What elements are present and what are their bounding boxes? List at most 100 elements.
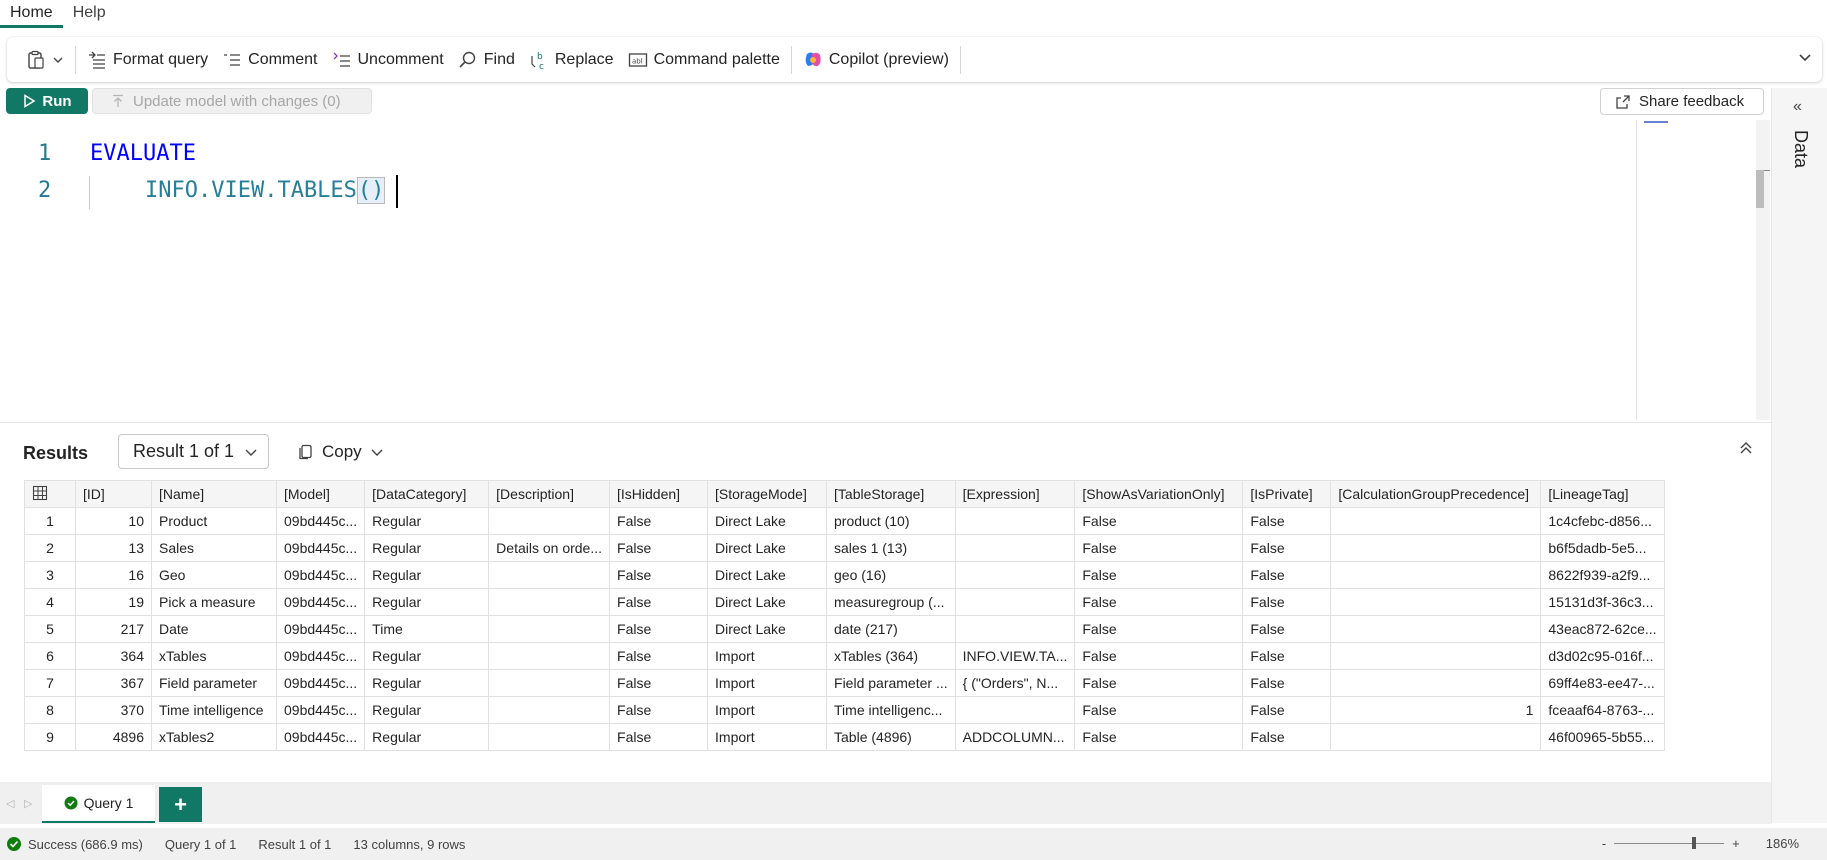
table-cell[interactable]: 4896 <box>75 723 152 751</box>
table-cell[interactable]: False <box>1074 615 1244 643</box>
table-cell[interactable] <box>1330 507 1542 535</box>
column-header[interactable]: [IsHidden] <box>609 480 709 508</box>
table-cell[interactable]: geo (16) <box>826 561 956 589</box>
column-header[interactable]: [CalculationGroupPrecedence] <box>1330 480 1542 508</box>
table-cell[interactable]: 46f00965-5b55... <box>1540 723 1665 751</box>
tab-scroll-left-icon[interactable]: ◁ <box>6 797 14 810</box>
table-cell[interactable]: 10 <box>75 507 152 535</box>
table-cell[interactable]: False <box>1242 642 1332 670</box>
table-cell[interactable]: Geo <box>151 561 277 589</box>
tab-help[interactable]: Help <box>63 0 116 28</box>
table-cell[interactable]: xTables (364) <box>826 642 956 670</box>
run-button[interactable]: Run <box>6 88 88 114</box>
table-cell[interactable]: 367 <box>75 669 152 697</box>
table-cell[interactable] <box>954 696 1076 724</box>
add-query-button[interactable]: + <box>159 787 202 822</box>
command-palette-button[interactable]: abl Command palette <box>621 44 787 76</box>
row-number[interactable]: 6 <box>24 642 76 670</box>
format-query-button[interactable]: Format query <box>80 44 215 76</box>
table-cell[interactable]: False <box>1242 615 1332 643</box>
table-cell[interactable]: Time intelligence <box>151 696 277 724</box>
table-cell[interactable] <box>954 561 1076 589</box>
table-cell[interactable]: Field parameter <box>151 669 277 697</box>
table-cell[interactable]: INFO.VIEW.TA... <box>954 642 1076 670</box>
zoom-slider-thumb[interactable] <box>1692 837 1697 849</box>
table-cell[interactable]: Direct Lake <box>707 615 828 643</box>
table-cell[interactable] <box>488 507 611 535</box>
table-cell[interactable]: 43eac872-62ce... <box>1540 615 1665 643</box>
table-cell[interactable]: 13 <box>75 534 152 562</box>
table-cell[interactable]: { ("Orders", N... <box>954 669 1076 697</box>
row-number[interactable]: 5 <box>24 615 76 643</box>
table-cell[interactable] <box>954 507 1076 535</box>
table-cell[interactable]: Product <box>151 507 277 535</box>
table-cell[interactable]: 15131d3f-36c3... <box>1540 588 1665 616</box>
column-header[interactable]: [TableStorage] <box>826 480 956 508</box>
table-cell[interactable]: 16 <box>75 561 152 589</box>
table-cell[interactable]: Direct Lake <box>707 507 828 535</box>
table-cell[interactable]: False <box>1242 561 1332 589</box>
table-cell[interactable]: measuregroup (... <box>826 588 956 616</box>
uncomment-button[interactable]: Uncomment <box>325 44 451 76</box>
share-feedback-button[interactable]: Share feedback <box>1600 88 1764 115</box>
column-header[interactable]: [Expression] <box>954 480 1076 508</box>
update-model-button[interactable]: Update model with changes (0) <box>92 88 372 114</box>
table-cell[interactable]: Regular <box>364 588 490 616</box>
row-number[interactable]: 2 <box>24 534 76 562</box>
table-cell[interactable] <box>488 561 611 589</box>
column-header[interactable]: [DataCategory] <box>364 480 490 508</box>
table-cell[interactable]: 09bd445c... <box>275 615 366 643</box>
table-row[interactable]: 7 367 Field parameter 09bd445c... Regular Fal… <box>24 669 1665 697</box>
query-tab[interactable]: Query 1 <box>42 785 155 823</box>
table-cell[interactable]: fceaaf64-8763-... <box>1540 696 1665 724</box>
dax-query-editor[interactable] <box>0 120 1756 420</box>
table-row[interactable]: 3 16 Geo 09bd445c... Regular False Direct Lake… <box>24 561 1665 589</box>
table-cell[interactable]: product (10) <box>826 507 956 535</box>
table-cell[interactable]: False <box>1074 588 1244 616</box>
table-cell[interactable] <box>1330 534 1542 562</box>
table-row[interactable]: 9 4896 xTables2 09bd445c... Regular False Impo… <box>24 723 1665 751</box>
table-cell[interactable]: Pick a measure <box>151 588 277 616</box>
table-cell[interactable]: False <box>609 507 709 535</box>
table-cell[interactable]: Regular <box>364 534 490 562</box>
table-cell[interactable]: False <box>1074 507 1244 535</box>
table-cell[interactable]: date (217) <box>826 615 956 643</box>
tab-scroll-right-icon[interactable]: ▷ <box>24 797 32 810</box>
column-header[interactable]: [Model] <box>275 480 366 508</box>
column-header[interactable]: [ShowAsVariationOnly] <box>1074 480 1244 508</box>
column-header[interactable]: [LineageTag] <box>1540 480 1665 508</box>
table-cell[interactable]: 09bd445c... <box>275 723 366 751</box>
table-cell[interactable] <box>488 696 611 724</box>
editor-minimap[interactable] <box>1636 120 1756 420</box>
column-header[interactable]: [Name] <box>151 480 277 508</box>
table-cell[interactable]: Date <box>151 615 277 643</box>
table-cell[interactable]: Regular <box>364 696 490 724</box>
table-cell[interactable]: Regular <box>364 561 490 589</box>
table-cell[interactable]: False <box>609 534 709 562</box>
table-cell[interactable]: 19 <box>75 588 152 616</box>
table-cell[interactable]: False <box>1242 588 1332 616</box>
table-cell[interactable]: False <box>1242 723 1332 751</box>
select-all-cell[interactable] <box>24 480 76 508</box>
table-cell[interactable] <box>488 615 611 643</box>
row-number[interactable]: 1 <box>24 507 76 535</box>
data-pane-collapse-icon[interactable]: « <box>1793 98 1802 116</box>
column-header[interactable]: [IsPrivate] <box>1242 480 1332 508</box>
table-cell[interactable]: Regular <box>364 507 490 535</box>
table-cell[interactable]: Details on orde... <box>488 534 611 562</box>
table-cell[interactable]: Field parameter ... <box>826 669 956 697</box>
table-cell[interactable]: d3d02c95-016f... <box>1540 642 1665 670</box>
data-pane-label[interactable]: Data <box>1790 130 1811 168</box>
table-cell[interactable]: sales 1 (13) <box>826 534 956 562</box>
table-cell[interactable]: 09bd445c... <box>275 642 366 670</box>
table-cell[interactable] <box>1330 561 1542 589</box>
collapse-results-icon[interactable] <box>1738 440 1754 456</box>
row-number[interactable]: 3 <box>24 561 76 589</box>
table-cell[interactable] <box>1330 615 1542 643</box>
table-cell[interactable] <box>488 588 611 616</box>
copy-dropdown-button[interactable]: Copy <box>298 434 384 469</box>
table-cell[interactable]: Import <box>707 723 828 751</box>
table-cell[interactable]: Import <box>707 696 828 724</box>
column-header[interactable]: [StorageMode] <box>707 480 828 508</box>
table-cell[interactable]: Regular <box>364 669 490 697</box>
